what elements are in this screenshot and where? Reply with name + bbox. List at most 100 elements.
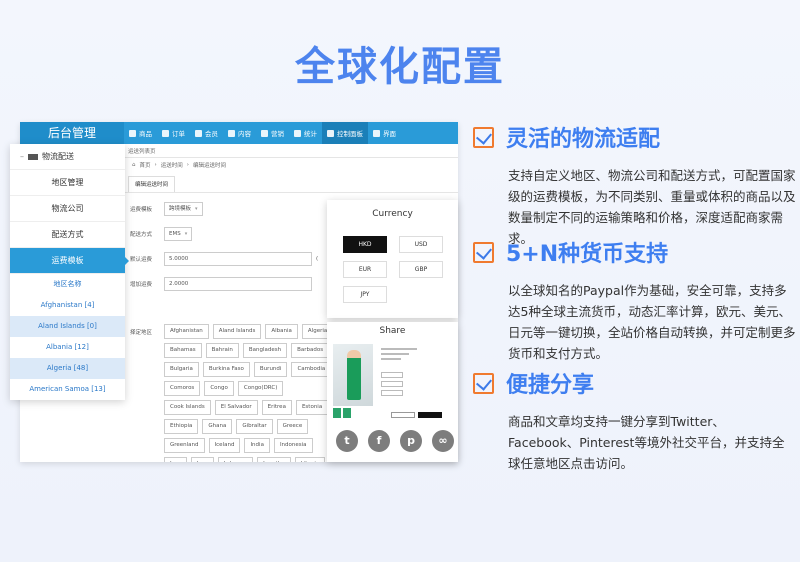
extra-fee-row: 增加运费 2.0000 <box>130 277 312 291</box>
default-fee-row: 默认运费 5.0000 ( <box>130 252 318 266</box>
default-fee-label: 默认运费 <box>130 257 153 263</box>
folder-icon <box>28 153 38 160</box>
checkbox-icon <box>473 372 494 394</box>
pinterest-icon[interactable]: p <box>400 430 422 452</box>
share-panel: Share t f p ∞ <box>327 322 458 462</box>
feature-share: 便捷分享 商品和文章均支持一键分享到Twitter、Facebook、Pinte… <box>473 367 793 474</box>
link-icon[interactable]: ∞ <box>432 430 454 452</box>
nav-item[interactable]: 会员 <box>190 122 223 144</box>
nav-item[interactable]: 界面 <box>368 122 401 144</box>
feature-title: 便捷分享 <box>506 373 595 398</box>
region-chip[interactable]: Congo(DRC) <box>237 381 284 396</box>
region-list-item[interactable]: Afghanistan [4] <box>10 295 125 316</box>
nav-item[interactable]: 内容 <box>223 122 256 144</box>
region-chip[interactable]: El Salvador <box>214 400 258 415</box>
region-chip[interactable]: Indonesia <box>273 438 313 453</box>
region-chip[interactable]: Iceland <box>208 438 241 453</box>
twitter-icon[interactable]: t <box>336 430 358 452</box>
region-chip[interactable]: Gibraltar <box>236 419 273 434</box>
sidebar-item[interactable]: 配送方式 <box>10 222 125 248</box>
region-chip[interactable]: Ghana <box>202 419 233 434</box>
region-chip[interactable]: Burkina Faso <box>202 362 250 377</box>
template-label: 运费模板 <box>130 207 153 213</box>
currency-option[interactable]: GBP <box>399 261 443 278</box>
admin-topbar: 后台管理 商品 订单 会员 内容 营销 统计 控制面板 界面 <box>20 122 458 144</box>
puzzle-icon <box>373 129 380 137</box>
social-share-row: t f p ∞ <box>336 430 454 452</box>
default-fee-input[interactable]: 5.0000 <box>164 252 312 266</box>
sidebar-item[interactable]: 物流公司 <box>10 196 125 222</box>
feature-currency: 5+N种货币支持 以全球知名的Paypal作为基础，安全可靠，支持多达5种全球主… <box>473 236 796 364</box>
region-chip[interactable]: Cambodia <box>291 362 332 377</box>
gear-icon <box>327 129 334 137</box>
currency-option[interactable]: HKD <box>343 236 387 253</box>
region-chip[interactable]: Afghanistan <box>164 324 209 339</box>
shipping-label: 配送方式 <box>130 232 153 238</box>
region-label: 择定地区 <box>130 330 153 336</box>
region-chip[interactable]: Liberia <box>294 457 326 462</box>
region-chip[interactable]: Bangladesh <box>242 343 288 358</box>
tag-icon <box>261 129 268 137</box>
region-list-item[interactable]: American Samoa [13] <box>10 379 125 400</box>
region-chip[interactable]: Burundi <box>253 362 288 377</box>
region-chip[interactable]: Aland Islands <box>212 324 262 339</box>
nav-item[interactable]: 营销 <box>256 122 289 144</box>
product-preview <box>333 344 451 424</box>
shipping-select[interactable]: EMS ▾ <box>164 227 193 241</box>
nav-item[interactable]: 商品 <box>124 122 157 144</box>
breadcrumb-item-shipping-time[interactable]: 运送时间 <box>161 161 183 169</box>
feature-logistics: 灵活的物流适配 支持自定义地区、物流公司和配送方式，可配置国家级的运费模板，为不… <box>473 121 796 249</box>
region-chip[interactable]: Lesotho <box>257 457 291 462</box>
hero-title: 全球化配置 <box>295 44 505 90</box>
monitor-icon <box>228 129 235 137</box>
tab-list-page[interactable]: 运送列表页 <box>128 147 156 155</box>
region-chip[interactable]: Bahamas <box>164 343 202 358</box>
region-chip[interactable]: Iran <box>164 457 187 462</box>
region-chip[interactable]: Greece <box>276 419 309 434</box>
nav-item[interactable]: 控制面板 <box>322 122 368 144</box>
region-chip[interactable]: Greenland <box>164 438 205 453</box>
product-image <box>333 344 373 406</box>
extra-fee-label: 增加运费 <box>130 282 153 288</box>
region-chip[interactable]: Congo <box>204 381 234 396</box>
nav-item[interactable]: 统计 <box>289 122 322 144</box>
region-list-item[interactable]: Albania [12] <box>10 337 125 358</box>
template-select[interactable]: 跨境模板 ▾ <box>164 202 203 216</box>
region-chip[interactable]: Lebanon <box>217 457 254 462</box>
region-chip[interactable]: Bulgaria <box>164 362 199 377</box>
share-title: Share <box>379 326 406 336</box>
region-chip[interactable]: Albania <box>265 324 298 339</box>
extra-fee-input[interactable]: 2.0000 <box>164 277 312 291</box>
tab-edit-shipping-time[interactable]: 编辑运送时间 <box>128 176 176 192</box>
order-icon <box>162 129 169 137</box>
sidebar-group-logistics[interactable]: – 物流配送 <box>10 144 125 170</box>
user-icon <box>195 129 202 137</box>
region-chip[interactable]: Cook Islands <box>164 400 211 415</box>
box-icon <box>129 129 136 137</box>
region-chip[interactable]: Iraq <box>190 457 214 462</box>
breadcrumb-item-home[interactable]: 首页 <box>140 161 151 169</box>
chevron-down-icon: ▾ <box>184 231 188 237</box>
currency-option[interactable]: USD <box>399 236 443 253</box>
chevron-down-icon: ▾ <box>195 206 198 212</box>
region-list-item[interactable]: Algeria [48] <box>10 358 125 379</box>
currency-option[interactable]: EUR <box>343 261 387 278</box>
region-chip[interactable]: Estonia <box>295 400 329 415</box>
sidebar-item[interactable]: 地区管理 <box>10 170 125 196</box>
nav-item[interactable]: 订单 <box>157 122 190 144</box>
admin-brand: 后台管理 <box>20 122 124 144</box>
logistics-sidebar: – 物流配送 地区管理 物流公司 配送方式 运费模板 地区名称 Afghanistan… <box>10 144 129 400</box>
region-chip[interactable]: Ethiopia <box>164 419 199 434</box>
region-chip[interactable]: Barbados <box>291 343 330 358</box>
chart-icon <box>294 129 301 137</box>
region-chip[interactable]: Comoros <box>164 381 201 396</box>
template-row: 运费模板 跨境模板 ▾ <box>130 202 203 216</box>
tab-row: 运送列表页 <box>124 144 458 158</box>
region-chip[interactable]: India <box>244 438 270 453</box>
region-chip[interactable]: Bahrain <box>205 343 239 358</box>
sidebar-item[interactable]: 运费模板 <box>10 248 129 274</box>
currency-option[interactable]: JPY <box>343 286 387 303</box>
region-chip[interactable]: Eritrea <box>261 400 292 415</box>
region-list-item[interactable]: Aland Islands [0] <box>10 316 125 337</box>
facebook-icon[interactable]: f <box>368 430 390 452</box>
